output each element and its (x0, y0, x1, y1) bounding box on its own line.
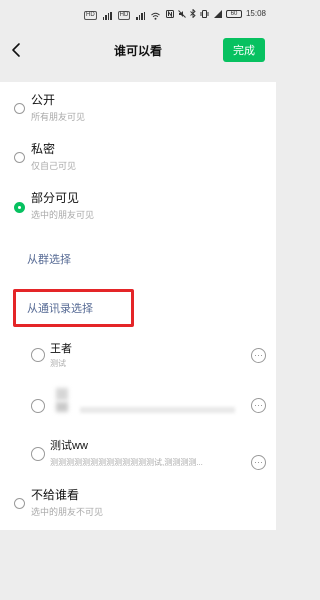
option-private[interactable]: 私密 仅自己可见 (0, 139, 276, 179)
option-exclude-title: 不给谁看 (31, 488, 80, 502)
blurred-name (56, 388, 68, 400)
nfc-icon (165, 9, 174, 18)
option-exclude[interactable]: 不给谁看 选中的朋友不可见 (0, 485, 276, 525)
tag-members-3: 测测测测测测测测测测测测测试,测测测测... (50, 458, 203, 467)
tag-radio-2[interactable] (31, 399, 45, 413)
tag-row-3[interactable]: 测试ww 测测测测测测测测测测测测测试,测测测测... (0, 434, 276, 478)
tag-name-3: 测试ww (50, 440, 88, 452)
tag-row-2[interactable] (0, 384, 276, 428)
option-public-title: 公开 (31, 93, 56, 107)
wifi-icon (151, 12, 161, 20)
option-public-desc: 所有朋友可见 (31, 112, 86, 122)
mute-icon (178, 9, 186, 18)
more-icon[interactable] (251, 398, 266, 413)
radio-private[interactable] (14, 152, 25, 163)
option-private-desc: 仅自己可见 (31, 161, 77, 171)
more-icon[interactable] (251, 348, 266, 363)
status-bar: HD HD 60 15:08 (0, 0, 276, 34)
radio-exclude[interactable] (14, 498, 25, 509)
radio-partial-checked[interactable] (14, 202, 25, 213)
option-exclude-desc: 选中的朋友不可见 (31, 507, 104, 517)
done-button[interactable]: 完成 (223, 38, 265, 62)
battery-icon: 60 (225, 9, 242, 18)
blurred-members (80, 407, 235, 413)
blurred-name-2 (56, 402, 68, 412)
tag-radio-1[interactable] (31, 348, 45, 362)
status-time: 15:08 (245, 9, 266, 18)
bluetooth-icon (190, 9, 196, 18)
option-private-title: 私密 (31, 142, 56, 156)
option-partial-title: 部分可见 (31, 191, 80, 205)
tag-name-1: 王者 (50, 343, 72, 355)
tag-row-1[interactable]: 王者 测试 (0, 336, 276, 380)
signal-icon (102, 11, 112, 20)
vibrate-icon (200, 9, 209, 18)
tag-members-1: 测试 (50, 359, 66, 368)
select-from-contacts-link[interactable]: 从通讯录选择 (27, 300, 93, 316)
signal-icon-2 (136, 11, 146, 20)
option-partial[interactable]: 部分可见 选中的朋友可见 (0, 188, 276, 228)
radio-public[interactable] (14, 103, 25, 114)
status-left: HD HD (84, 11, 161, 20)
sim-chip-2: HD (117, 11, 131, 20)
data-signal-icon (213, 9, 222, 18)
select-from-group-link[interactable]: 从群选择 (27, 251, 71, 267)
status-right: 60 15:08 (165, 9, 266, 18)
sim-chip-1: HD (84, 11, 97, 20)
option-public[interactable]: 公开 所有朋友可见 (0, 90, 276, 130)
tag-radio-3[interactable] (31, 447, 45, 461)
option-partial-desc: 选中的朋友可见 (31, 210, 95, 220)
nav-bar: 谁可以看 完成 (0, 34, 276, 66)
more-icon[interactable] (251, 455, 266, 470)
